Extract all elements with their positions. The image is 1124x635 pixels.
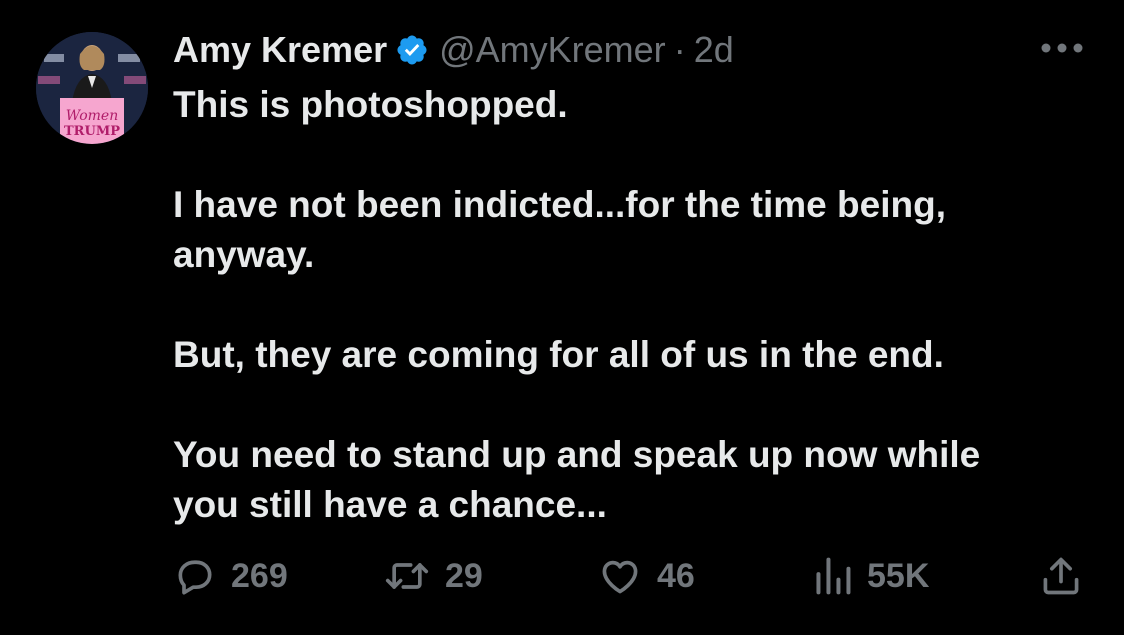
more-options-button[interactable] xyxy=(1036,30,1088,66)
reply-icon xyxy=(178,560,212,595)
repost-icon xyxy=(385,563,429,589)
tweet-paragraph-2: I have not been indicted...for the time … xyxy=(173,184,946,275)
like-count: 46 xyxy=(657,556,695,595)
like-icon xyxy=(602,560,638,594)
avatar-sign-text: Women xyxy=(66,108,118,124)
tweet-paragraph-4: You need to stand up and speak up now wh… xyxy=(173,434,981,525)
reply-button[interactable]: 269 xyxy=(173,552,288,600)
avatar[interactable]: Women TRUMP xyxy=(36,32,148,144)
tweet-paragraph-3: But, they are coming for all of us in th… xyxy=(173,334,944,375)
views-count: 55K xyxy=(867,556,930,595)
verified-badge-icon[interactable] xyxy=(395,33,429,67)
tweet-header: Amy Kremer @AmyKremer · 2d xyxy=(173,28,734,72)
like-button[interactable]: 46 xyxy=(597,552,695,600)
tweet-paragraph-1: This is photoshopped. xyxy=(173,84,568,125)
views-button[interactable]: 55K xyxy=(813,552,929,600)
share-button[interactable] xyxy=(1039,552,1083,600)
more-icon xyxy=(1041,43,1083,53)
tweet-text: This is photoshopped. I have not been in… xyxy=(173,80,1073,530)
author-display-name[interactable]: Amy Kremer xyxy=(173,29,387,71)
repost-button[interactable]: 29 xyxy=(383,552,483,600)
views-icon xyxy=(816,557,851,595)
reply-count: 269 xyxy=(231,556,288,595)
repost-count: 29 xyxy=(445,556,483,595)
avatar-image: Women TRUMP xyxy=(36,32,148,144)
share-icon xyxy=(1043,557,1079,595)
header-separator: · xyxy=(673,29,686,70)
author-handle[interactable]: @AmyKremer xyxy=(439,29,666,71)
action-bar: 269 29 46 55K xyxy=(173,552,1088,600)
avatar-sign-text-2: TRUMP xyxy=(64,124,120,139)
tweet[interactable]: Women TRUMP Amy Kremer @AmyKremer · 2d T… xyxy=(0,0,1124,635)
tweet-timestamp[interactable]: 2d xyxy=(694,29,734,71)
